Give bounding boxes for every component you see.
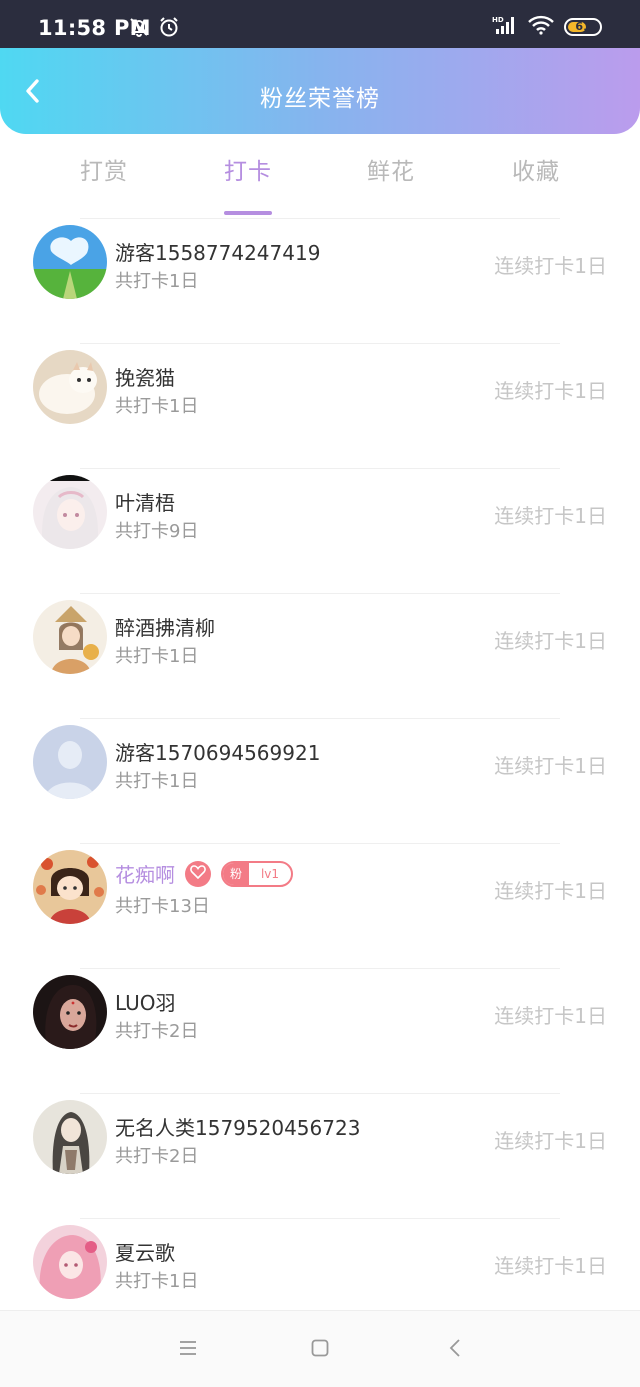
- divider: [80, 593, 560, 594]
- streak-checkin: 连续打卡1日: [494, 504, 607, 528]
- avatar[interactable]: [33, 1225, 107, 1299]
- total-checkin: 共打卡9日: [115, 521, 199, 542]
- divider: [80, 968, 560, 969]
- divider: [80, 1218, 560, 1219]
- total-checkin: 共打卡1日: [115, 646, 199, 667]
- svg-text:HD: HD: [492, 16, 504, 24]
- list-item[interactable]: 花痴啊 粉 lv1 共打卡13日 连续打卡1日: [0, 839, 640, 964]
- streak-checkin: 连续打卡1日: [494, 379, 607, 403]
- battery-level: 61: [575, 20, 591, 33]
- divider: [80, 343, 560, 344]
- divider: [80, 1093, 560, 1094]
- streak-checkin: 连续打卡1日: [494, 1254, 607, 1278]
- status-bar: 11:58 PM HD 61: [0, 0, 640, 48]
- user-name: LUO羽: [115, 991, 176, 1015]
- total-checkin: 共打卡2日: [115, 1021, 199, 1042]
- list-item[interactable]: 挽瓷猫 共打卡1日 连续打卡1日: [0, 339, 640, 464]
- avatar[interactable]: [33, 225, 107, 299]
- list-item[interactable]: 叶清梧 共打卡9日 连续打卡1日: [0, 464, 640, 589]
- total-checkin: 共打卡1日: [115, 1271, 199, 1292]
- status-left-icons: [128, 16, 180, 42]
- user-name: 挽瓷猫: [115, 366, 175, 390]
- vip-name-row: 花痴啊 粉 lv1: [115, 859, 293, 888]
- streak-checkin: 连续打卡1日: [494, 879, 607, 903]
- user-name: 花痴啊: [115, 863, 175, 887]
- list-item[interactable]: 醉酒拂清柳 共打卡1日 连续打卡1日: [0, 589, 640, 714]
- avatar[interactable]: [33, 475, 107, 549]
- tab-checkin-label: 打卡: [224, 159, 272, 185]
- fan-level: lv1: [260, 866, 280, 881]
- user-name: 游客1570694569921: [115, 741, 321, 765]
- list-item[interactable]: 游客1570694569921 共打卡1日 连续打卡1日: [0, 714, 640, 839]
- divider: [80, 218, 560, 219]
- fan-list: 游客1558774247419 共打卡1日 连续打卡1日 挽瓷猫 共打卡1日 连…: [0, 214, 640, 1339]
- avatar[interactable]: [33, 600, 107, 674]
- fan-level-badge: 粉 lv1: [221, 860, 293, 887]
- user-name: 醉酒拂清柳: [115, 616, 215, 640]
- list-item[interactable]: 游客1558774247419 共打卡1日 连续打卡1日: [0, 214, 640, 339]
- divider: [80, 843, 560, 844]
- list-item[interactable]: LUO羽 共打卡2日 连续打卡1日: [0, 964, 640, 1089]
- total-checkin: 共打卡2日: [115, 1146, 199, 1167]
- heart-badge: [185, 860, 211, 887]
- avatar[interactable]: [33, 975, 107, 1049]
- user-name: 叶清梧: [115, 491, 175, 515]
- user-name: 无名人类1579520456723: [115, 1116, 361, 1140]
- home-button[interactable]: [307, 1337, 333, 1363]
- hd-signal-icon: HD: [492, 15, 518, 39]
- header-bar: 粉丝荣誉榜: [0, 48, 640, 134]
- app-screen: 11:58 PM HD 61 粉丝荣誉榜 打赏 打卡 鲜花 收藏 游客15587…: [0, 0, 640, 1387]
- total-checkin: 共打卡1日: [115, 271, 199, 292]
- total-checkin: 共打卡1日: [115, 771, 199, 792]
- system-back-button[interactable]: [442, 1337, 468, 1363]
- tab-checkin[interactable]: 打卡: [198, 152, 298, 215]
- streak-checkin: 连续打卡1日: [494, 1129, 607, 1153]
- wifi-icon: [528, 15, 554, 39]
- back-triangle-icon: [448, 1338, 462, 1362]
- heart-icon: [190, 864, 206, 883]
- menu-icon: [178, 1340, 198, 1360]
- streak-checkin: 连续打卡1日: [494, 629, 607, 653]
- tab-reward[interactable]: 打赏: [54, 152, 154, 186]
- total-checkin: 共打卡13日: [115, 896, 210, 917]
- system-nav-bar: [0, 1310, 640, 1387]
- divider: [80, 718, 560, 719]
- status-right-icons: HD 61: [492, 15, 602, 39]
- streak-checkin: 连续打卡1日: [494, 1004, 607, 1028]
- streak-checkin: 连续打卡1日: [494, 254, 607, 278]
- alarm-icon: [158, 16, 180, 42]
- avatar[interactable]: [33, 850, 107, 924]
- avatar[interactable]: [33, 1100, 107, 1174]
- recent-apps-button[interactable]: [175, 1337, 201, 1363]
- tab-favorites[interactable]: 收藏: [486, 152, 586, 186]
- streak-checkin: 连续打卡1日: [494, 754, 607, 778]
- tab-flowers[interactable]: 鲜花: [341, 152, 441, 186]
- battery-icon: 61: [564, 18, 602, 36]
- tab-bar: 打赏 打卡 鲜花 收藏: [0, 134, 640, 215]
- page-title: 粉丝荣誉榜: [260, 86, 380, 112]
- divider: [80, 468, 560, 469]
- total-checkin: 共打卡1日: [115, 396, 199, 417]
- list-item[interactable]: 无名人类1579520456723 共打卡2日 连续打卡1日: [0, 1089, 640, 1214]
- home-square-icon: [310, 1338, 330, 1362]
- mute-bell-icon: [128, 16, 150, 42]
- user-name: 游客1558774247419: [115, 241, 321, 265]
- user-name: 夏云歌: [115, 1241, 175, 1265]
- avatar[interactable]: [33, 725, 107, 799]
- fan-label: 粉: [223, 862, 249, 885]
- avatar[interactable]: [33, 350, 107, 424]
